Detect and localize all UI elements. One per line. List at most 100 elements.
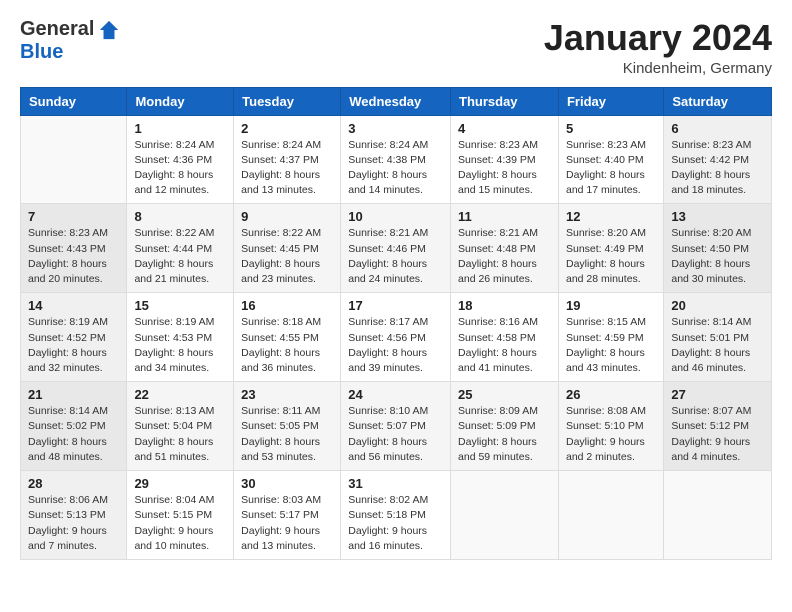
day-number: 21 [28, 387, 119, 402]
day-info: Sunrise: 8:10 AMSunset: 5:07 PMDaylight:… [348, 404, 443, 465]
day-info: Sunrise: 8:22 AMSunset: 4:44 PMDaylight:… [134, 226, 226, 287]
day-info: Sunrise: 8:21 AMSunset: 4:48 PMDaylight:… [458, 226, 551, 287]
day-number: 22 [134, 387, 226, 402]
day-info: Sunrise: 8:19 AMSunset: 4:53 PMDaylight:… [134, 315, 226, 376]
calendar-cell [558, 471, 663, 560]
calendar-cell: 6Sunrise: 8:23 AMSunset: 4:42 PMDaylight… [664, 115, 772, 204]
day-number: 2 [241, 121, 333, 136]
calendar-cell: 12 Sunrise: 8:20 AMSunset: 4:49 PMDayligh… [558, 204, 663, 293]
calendar-cell [664, 471, 772, 560]
day-info: Sunrise: 8:20 AMSunset: 4:50 PMDaylight:… [671, 226, 764, 287]
calendar-cell [21, 115, 127, 204]
day-info: Sunrise: 8:23 AMSunset: 4:40 PMDaylight:… [566, 138, 656, 199]
calendar-cell: 28 Sunrise: 8:06 AMSunset: 5:13 PMDayligh… [21, 471, 127, 560]
day-info: Sunrise: 8:04 AMSunset: 5:15 PMDaylight:… [134, 493, 226, 554]
calendar-cell: 20Sunrise: 8:14 AMSunset: 5:01 PMDayligh… [664, 293, 772, 382]
day-number: 7 [28, 209, 119, 224]
day-number: 12 [566, 209, 656, 224]
calendar-cell [451, 471, 559, 560]
calendar-cell: 9 Sunrise: 8:22 AMSunset: 4:45 PMDaylight… [234, 204, 341, 293]
day-info: Sunrise: 8:14 AMSunset: 5:02 PMDaylight:… [28, 404, 119, 465]
day-info: Sunrise: 8:11 AMSunset: 5:05 PMDaylight:… [241, 404, 333, 465]
day-info: Sunrise: 8:22 AMSunset: 4:45 PMDaylight:… [241, 226, 333, 287]
calendar-header-thursday: Thursday [451, 87, 559, 115]
day-info: Sunrise: 8:21 AMSunset: 4:46 PMDaylight:… [348, 226, 443, 287]
calendar-week-2: 7 Sunrise: 8:23 AMSunset: 4:43 PMDaylight… [21, 204, 772, 293]
calendar-cell: 19Sunrise: 8:15 AMSunset: 4:59 PMDayligh… [558, 293, 663, 382]
day-number: 16 [241, 298, 333, 313]
calendar-cell: 27 Sunrise: 8:07 AMSunset: 5:12 PMDayligh… [664, 382, 772, 471]
calendar-cell: 25 Sunrise: 8:09 AMSunset: 5:09 PMDayligh… [451, 382, 559, 471]
day-number: 13 [671, 209, 764, 224]
day-number: 17 [348, 298, 443, 313]
day-info: Sunrise: 8:16 AMSunset: 4:58 PMDaylight:… [458, 315, 551, 376]
day-info: Sunrise: 8:23 AMSunset: 4:39 PMDaylight:… [458, 138, 551, 199]
day-number: 10 [348, 209, 443, 224]
calendar-cell: 30Sunrise: 8:03 AMSunset: 5:17 PMDayligh… [234, 471, 341, 560]
day-info: Sunrise: 8:24 AMSunset: 4:38 PMDaylight:… [348, 138, 443, 199]
day-info: Sunrise: 8:02 AMSunset: 5:18 PMDaylight:… [348, 493, 443, 554]
day-info: Sunrise: 8:09 AMSunset: 5:09 PMDaylight:… [458, 404, 551, 465]
day-number: 15 [134, 298, 226, 313]
calendar-week-1: 1 Sunrise: 8:24 AMSunset: 4:36 PMDaylight… [21, 115, 772, 204]
calendar-cell: 31 Sunrise: 8:02 AMSunset: 5:18 PMDayligh… [341, 471, 451, 560]
day-info: Sunrise: 8:24 AMSunset: 4:36 PMDaylight:… [134, 138, 226, 199]
day-number: 25 [458, 387, 551, 402]
day-info: Sunrise: 8:23 AMSunset: 4:43 PMDaylight:… [28, 226, 119, 287]
day-info: Sunrise: 8:06 AMSunset: 5:13 PMDaylight:… [28, 493, 119, 554]
calendar-cell: 15 Sunrise: 8:19 AMSunset: 4:53 PMDayligh… [127, 293, 234, 382]
day-info: Sunrise: 8:24 AMSunset: 4:37 PMDaylight:… [241, 138, 333, 199]
calendar-cell: 17 Sunrise: 8:17 AMSunset: 4:56 PMDayligh… [341, 293, 451, 382]
calendar-cell: 29Sunrise: 8:04 AMSunset: 5:15 PMDayligh… [127, 471, 234, 560]
header: General Blue January 2024 Kindenheim, Ge… [20, 18, 772, 77]
calendar-week-4: 21 Sunrise: 8:14 AMSunset: 5:02 PMDayligh… [21, 382, 772, 471]
day-number: 9 [241, 209, 333, 224]
day-info: Sunrise: 8:07 AMSunset: 5:12 PMDaylight:… [671, 404, 764, 465]
calendar-table: SundayMondayTuesdayWednesdayThursdayFrid… [20, 87, 772, 560]
logo: General Blue [20, 18, 120, 64]
calendar-header-row: SundayMondayTuesdayWednesdayThursdayFrid… [21, 87, 772, 115]
calendar-cell: 8Sunrise: 8:22 AMSunset: 4:44 PMDaylight… [127, 204, 234, 293]
calendar-cell: 23 Sunrise: 8:11 AMSunset: 5:05 PMDayligh… [234, 382, 341, 471]
day-number: 24 [348, 387, 443, 402]
day-number: 30 [241, 476, 333, 491]
calendar-header-tuesday: Tuesday [234, 87, 341, 115]
calendar-header-friday: Friday [558, 87, 663, 115]
day-number: 31 [348, 476, 443, 491]
calendar-week-3: 14Sunrise: 8:19 AMSunset: 4:52 PMDayligh… [21, 293, 772, 382]
month-title: January 2024 [544, 18, 772, 58]
subtitle: Kindenheim, Germany [544, 60, 772, 77]
calendar-cell: 22 Sunrise: 8:13 AMSunset: 5:04 PMDayligh… [127, 382, 234, 471]
day-number: 27 [671, 387, 764, 402]
day-info: Sunrise: 8:19 AMSunset: 4:52 PMDaylight:… [28, 315, 119, 376]
day-number: 6 [671, 121, 764, 136]
calendar-cell: 4 Sunrise: 8:23 AMSunset: 4:39 PMDaylight… [451, 115, 559, 204]
day-number: 26 [566, 387, 656, 402]
calendar-cell: 13 Sunrise: 8:20 AMSunset: 4:50 PMDayligh… [664, 204, 772, 293]
day-number: 1 [134, 121, 226, 136]
calendar-header-sunday: Sunday [21, 87, 127, 115]
calendar-cell: 18Sunrise: 8:16 AMSunset: 4:58 PMDayligh… [451, 293, 559, 382]
day-info: Sunrise: 8:17 AMSunset: 4:56 PMDaylight:… [348, 315, 443, 376]
calendar-cell: 26 Sunrise: 8:08 AMSunset: 5:10 PMDayligh… [558, 382, 663, 471]
day-number: 28 [28, 476, 119, 491]
calendar-cell: 10 Sunrise: 8:21 AMSunset: 4:46 PMDayligh… [341, 204, 451, 293]
day-info: Sunrise: 8:15 AMSunset: 4:59 PMDaylight:… [566, 315, 656, 376]
day-number: 4 [458, 121, 551, 136]
calendar-header-monday: Monday [127, 87, 234, 115]
calendar-header-saturday: Saturday [664, 87, 772, 115]
day-number: 5 [566, 121, 656, 136]
calendar-cell: 16Sunrise: 8:18 AMSunset: 4:55 PMDayligh… [234, 293, 341, 382]
day-info: Sunrise: 8:08 AMSunset: 5:10 PMDaylight:… [566, 404, 656, 465]
calendar-cell: 2 Sunrise: 8:24 AMSunset: 4:37 PMDaylight… [234, 115, 341, 204]
day-number: 23 [241, 387, 333, 402]
day-number: 3 [348, 121, 443, 136]
calendar-week-5: 28 Sunrise: 8:06 AMSunset: 5:13 PMDayligh… [21, 471, 772, 560]
calendar-cell: 24 Sunrise: 8:10 AMSunset: 5:07 PMDayligh… [341, 382, 451, 471]
day-info: Sunrise: 8:14 AMSunset: 5:01 PMDaylight:… [671, 315, 764, 376]
calendar-cell: 21 Sunrise: 8:14 AMSunset: 5:02 PMDayligh… [21, 382, 127, 471]
calendar-cell: 3 Sunrise: 8:24 AMSunset: 4:38 PMDaylight… [341, 115, 451, 204]
page: General Blue January 2024 Kindenheim, Ge… [0, 0, 792, 612]
day-info: Sunrise: 8:20 AMSunset: 4:49 PMDaylight:… [566, 226, 656, 287]
day-info: Sunrise: 8:13 AMSunset: 5:04 PMDaylight:… [134, 404, 226, 465]
